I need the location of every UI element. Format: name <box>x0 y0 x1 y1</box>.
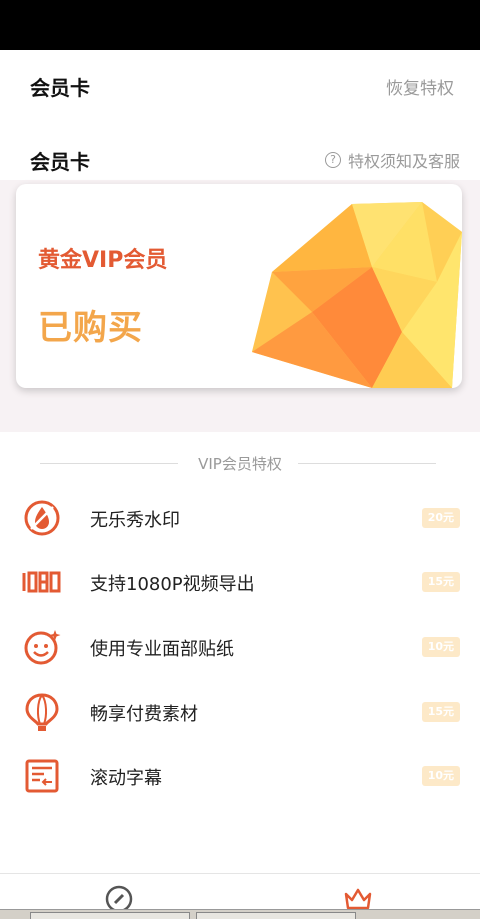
balloon-icon <box>22 692 62 732</box>
price-badge: 15元 <box>421 572 460 592</box>
privilege-notice-label: 特权须知及客服 <box>347 152 460 171</box>
privilege-label: 支持1080P视频导出 <box>90 574 255 595</box>
section-title: 会员卡 <box>30 150 90 174</box>
taskbar <box>0 909 480 919</box>
no-watermark-icon <box>22 498 62 538</box>
subtitle-icon <box>22 756 62 796</box>
taskbar-button[interactable] <box>30 912 190 919</box>
member-card-header: 会员卡 ? 特权须知及客服 <box>0 120 480 180</box>
question-icon: ? <box>324 152 341 168</box>
privilege-item[interactable]: 无乐秀水印 20元 <box>0 486 480 550</box>
price-badge: 10元 <box>421 766 460 786</box>
privilege-label: 滚动字幕 <box>90 768 162 789</box>
face-sticker-icon <box>22 627 62 667</box>
page-title: 会员卡 <box>30 76 90 100</box>
nav-bar: 会员卡 恢复特权 <box>0 50 480 120</box>
card-area: 黄金VIP会员 已购买 <box>0 180 480 432</box>
status-bar <box>0 0 480 50</box>
1080p-icon <box>22 562 62 602</box>
vip-level: 黄金VIP会员 <box>38 248 168 273</box>
privilege-label: 使用专业面部贴纸 <box>90 639 234 660</box>
privilege-item[interactable]: 滚动字幕 10元 <box>0 744 480 808</box>
privilege-label: 无乐秀水印 <box>90 510 180 531</box>
diamond-icon <box>252 202 462 388</box>
price-badge: 15元 <box>421 702 460 722</box>
taskbar-button[interactable] <box>196 912 356 919</box>
privilege-item[interactable]: 使用专业面部贴纸 10元 <box>0 615 480 679</box>
privileges-header: VIP会员特权 <box>0 450 480 476</box>
price-badge: 10元 <box>421 637 460 657</box>
privilege-item[interactable]: 畅享付费素材 15元 <box>0 680 480 744</box>
purchase-status: 已购买 <box>38 308 143 348</box>
privilege-label: 畅享付费素材 <box>90 704 198 725</box>
price-badge: 20元 <box>421 508 460 528</box>
restore-privilege-button[interactable]: 恢复特权 <box>386 74 454 99</box>
divider <box>298 463 436 464</box>
vip-card[interactable]: 黄金VIP会员 已购买 <box>16 184 462 388</box>
privilege-notice-link[interactable]: ? 特权须知及客服 <box>324 148 460 172</box>
privilege-item[interactable]: 支持1080P视频导出 15元 <box>0 550 480 614</box>
